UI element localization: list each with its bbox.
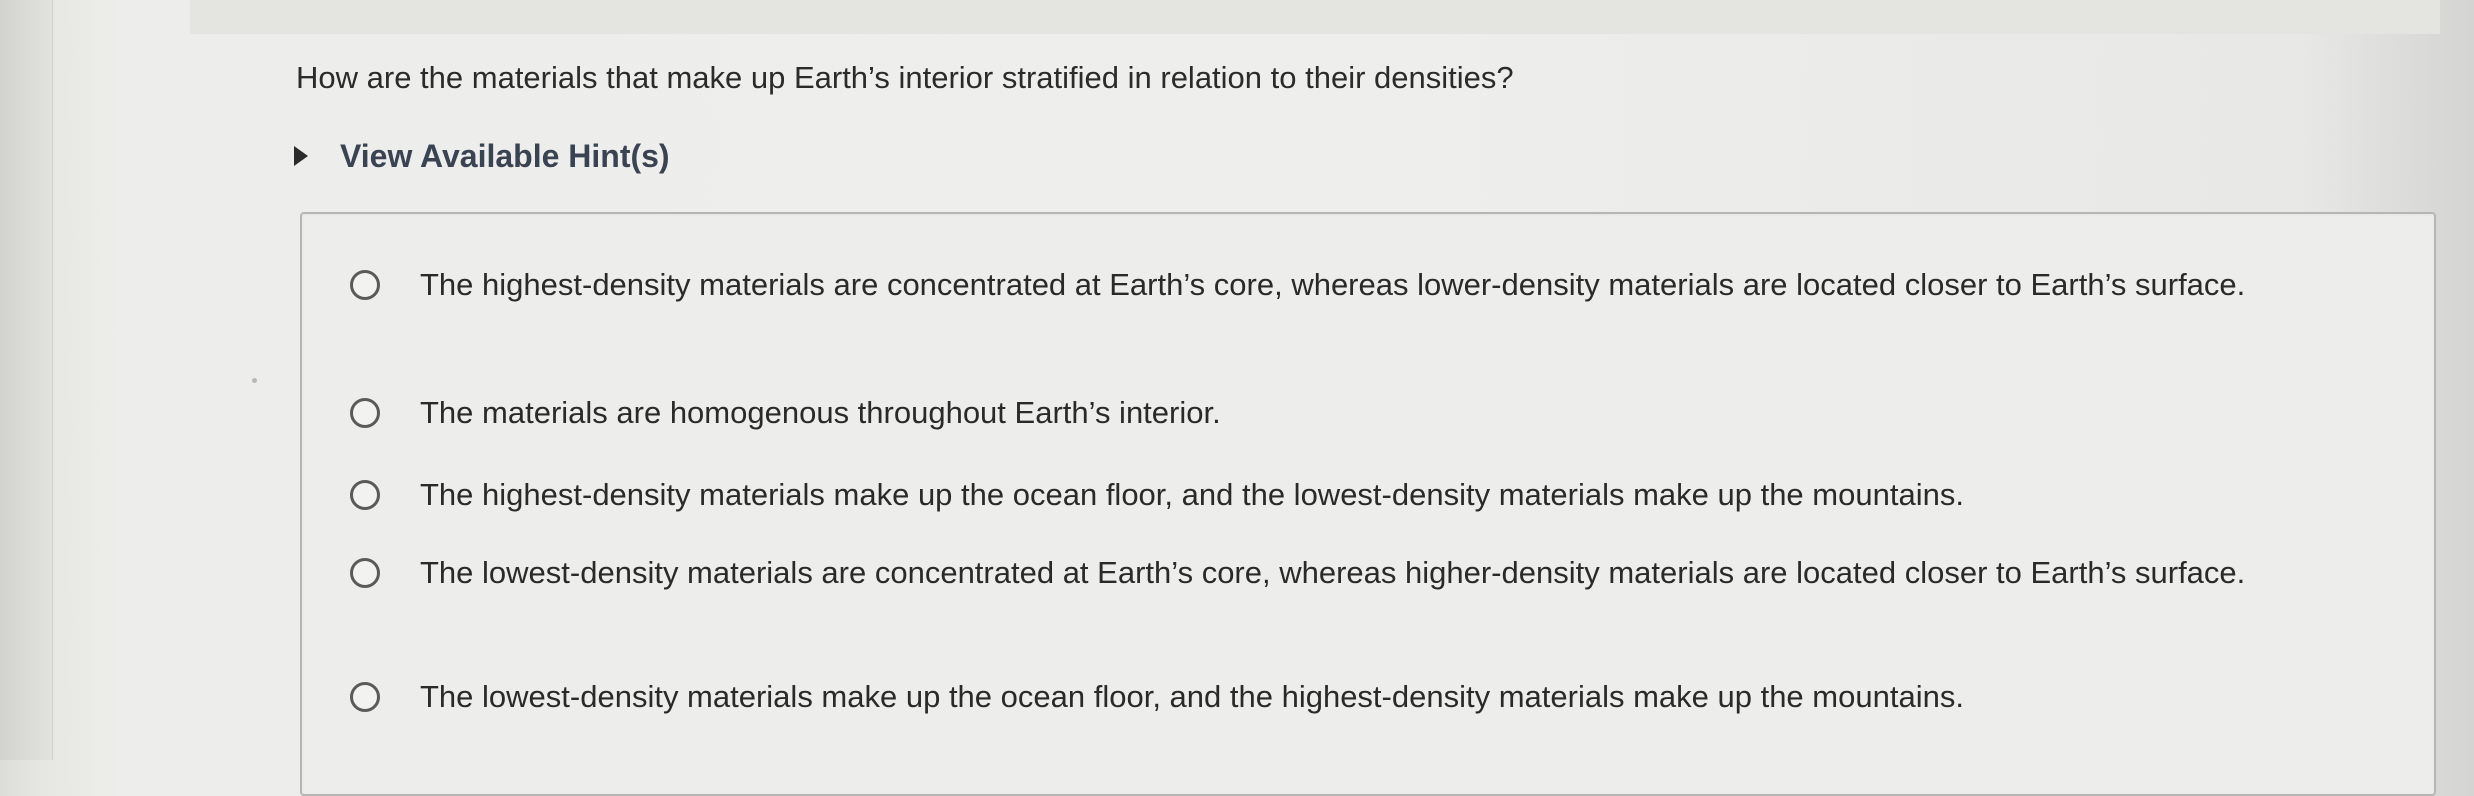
- answer-option-label[interactable]: The materials are homogenous throughout …: [420, 392, 2310, 433]
- answer-option-4[interactable]: The lowest-density materials are concent…: [302, 552, 2352, 593]
- answer-option-1[interactable]: The highest-density materials are concen…: [302, 264, 2352, 305]
- radio-button-5[interactable]: [350, 681, 380, 712]
- answer-choices-panel: The highest-density materials are concen…: [300, 212, 2436, 796]
- triangle-right-icon[interactable]: [294, 146, 308, 166]
- left-panel-divider: [52, 0, 53, 760]
- decorative-dot: [252, 378, 257, 383]
- answer-option-2[interactable]: The materials are homogenous throughout …: [302, 392, 2352, 433]
- view-hints-label[interactable]: View Available Hint(s): [340, 136, 670, 176]
- answer-option-5[interactable]: The lowest-density materials make up the…: [302, 676, 2352, 717]
- question-text: How are the materials that make up Earth…: [296, 60, 1514, 95]
- view-hints-toggle[interactable]: View Available Hint(s): [294, 136, 670, 176]
- top-bar: [190, 0, 2440, 34]
- radio-button-3[interactable]: [350, 479, 380, 510]
- answer-option-label[interactable]: The lowest-density materials are concent…: [420, 552, 2310, 593]
- radio-button-1[interactable]: [350, 269, 380, 300]
- left-panel-edge: [0, 0, 52, 760]
- answer-option-label[interactable]: The highest-density materials are concen…: [420, 264, 2310, 305]
- radio-button-4[interactable]: [350, 557, 380, 588]
- answer-option-3[interactable]: The highest-density materials make up th…: [302, 474, 2352, 515]
- radio-button-2[interactable]: [350, 397, 380, 428]
- answer-option-label[interactable]: The highest-density materials make up th…: [420, 474, 2310, 515]
- answer-option-label[interactable]: The lowest-density materials make up the…: [420, 676, 2310, 717]
